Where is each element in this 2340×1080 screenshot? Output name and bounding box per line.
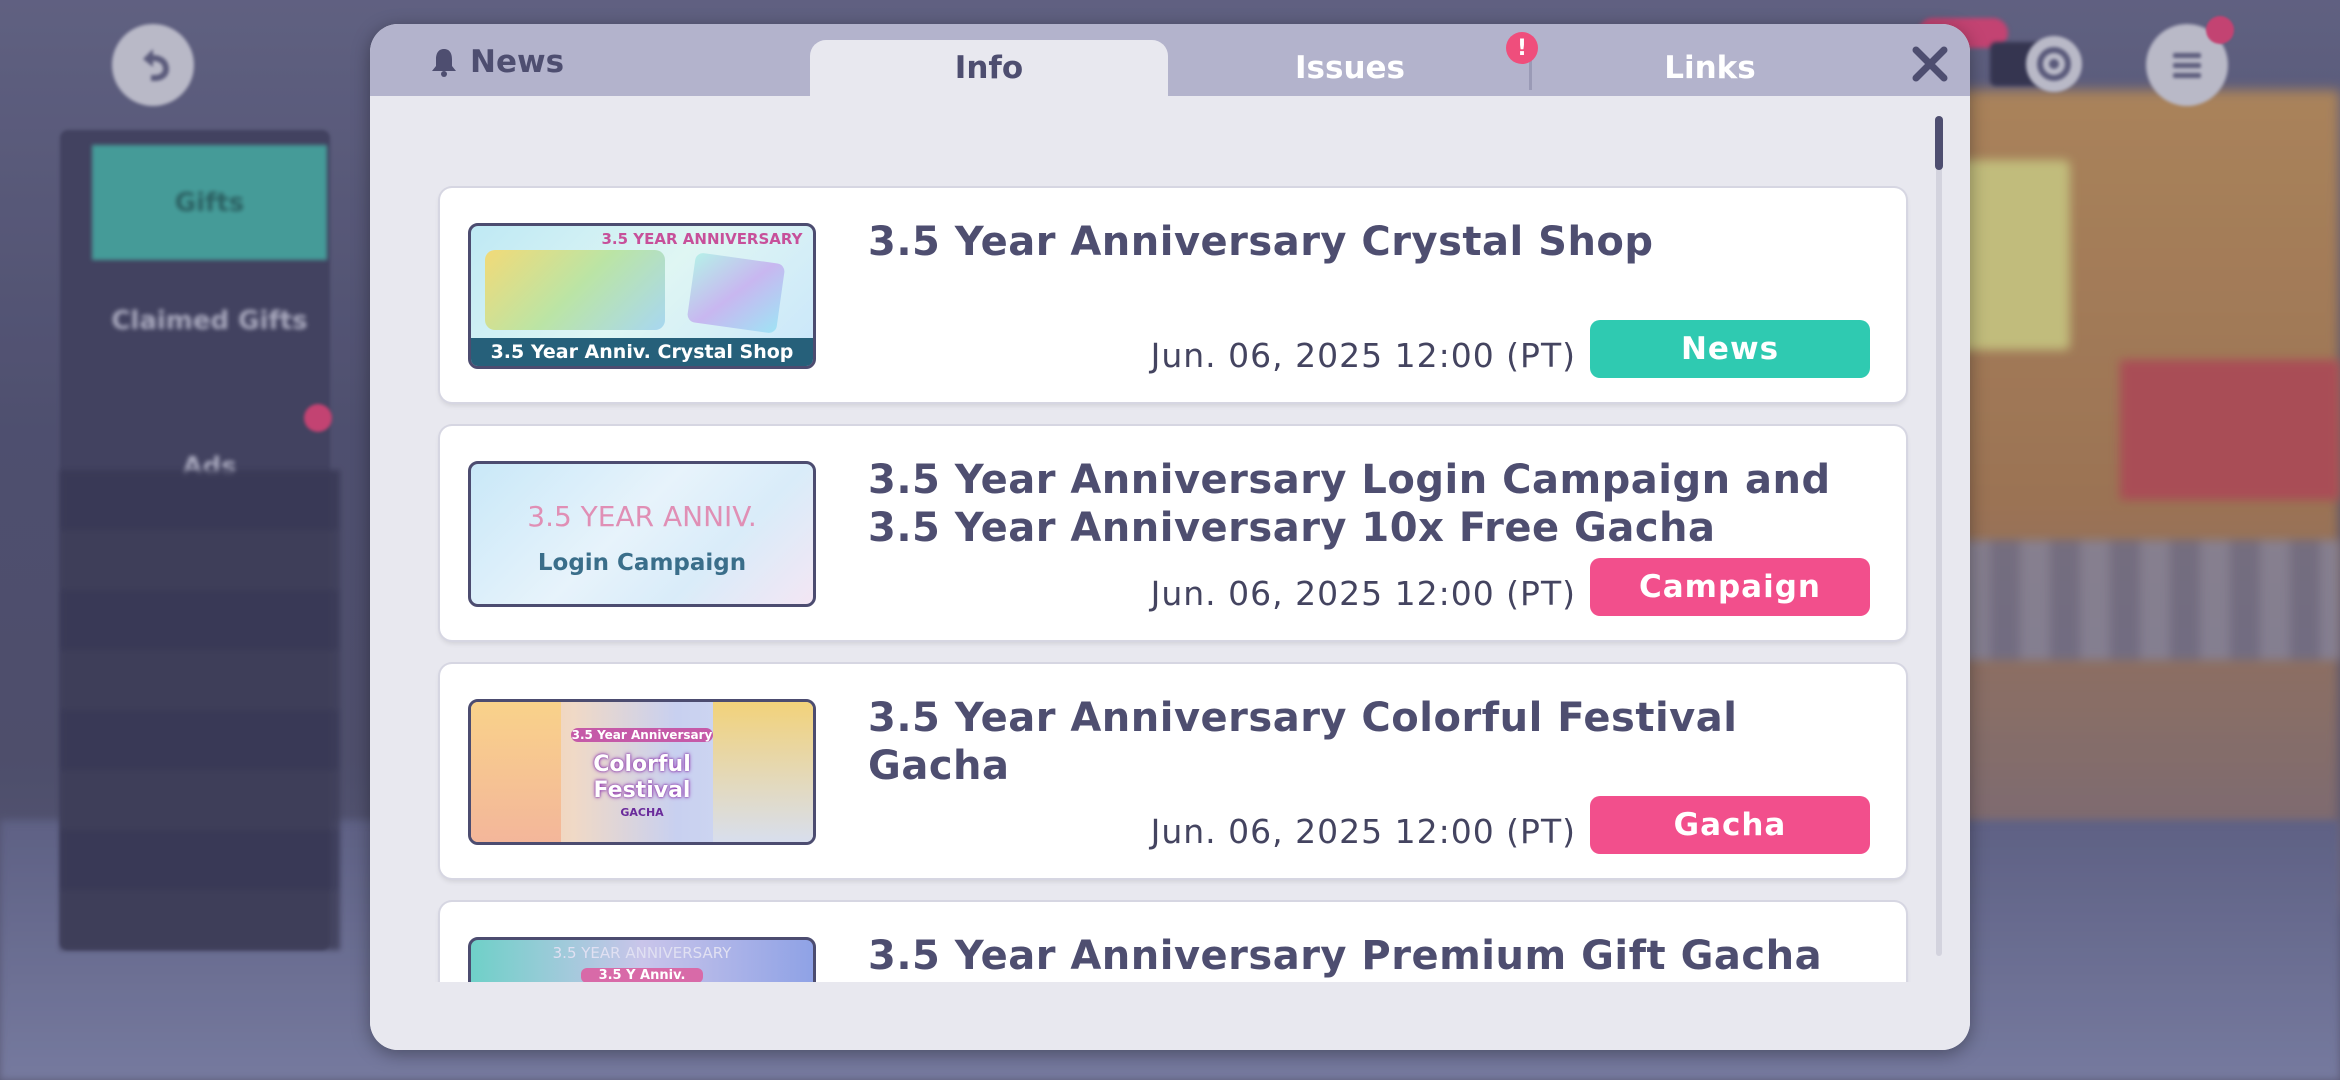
- news-thumbnail: 3.5 YEAR ANNIVERSARY 3.5 Year Anniv. Cry…: [468, 223, 816, 369]
- close-icon[interactable]: [1910, 44, 1950, 84]
- bell-icon: [432, 49, 456, 77]
- tab-info[interactable]: Info: [810, 40, 1168, 96]
- news-list[interactable]: 3.5 YEAR ANNIVERSARY 3.5 Year Anniv. Cry…: [370, 96, 1970, 1026]
- news-title: 3.5 Year Anniversary Crystal Shop: [868, 219, 1654, 265]
- news-title: 3.5 Year Anniversary Login Campaign and …: [868, 457, 1831, 551]
- modal-title-news: News: [428, 34, 578, 90]
- news-date: Jun. 06, 2025 12:00 (PT): [1150, 812, 1576, 851]
- news-title: 3.5 Year Anniversary Colorful Festival G…: [868, 695, 1738, 789]
- news-card[interactable]: 3.5 YEAR ANNIVERSARY 3.5 Year Anniv. Cry…: [440, 188, 1906, 402]
- thumbnail-top-text: 3.5 YEAR ANNIV.: [527, 500, 757, 533]
- news-date: Jun. 06, 2025 12:00 (PT): [1150, 574, 1576, 613]
- scrollbar-track[interactable]: [1936, 116, 1942, 956]
- news-card[interactable]: 3.5 Year Anniversary Colorful Festival G…: [440, 664, 1906, 878]
- thumbnail-caption: Colorful Festival: [593, 752, 691, 803]
- tab-links[interactable]: Links: [1530, 40, 1890, 96]
- scrollbar-thumb[interactable]: [1935, 116, 1943, 170]
- news-category-badge: News: [1590, 320, 1870, 378]
- thumbnail-top-text: 3.5 YEAR ANNIVERSARY: [552, 944, 732, 962]
- news-thumbnail: 3.5 Year Anniversary Colorful Festival G…: [468, 699, 816, 845]
- tab-issues[interactable]: Issues: [1170, 40, 1530, 96]
- thumbnail-top-text: 3.5 YEAR ANNIVERSARY: [601, 230, 803, 248]
- thumbnail-caption: 3.5 Y Anniv.: [581, 968, 703, 983]
- thumbnail-caption: Login Campaign: [537, 550, 747, 576]
- news-date: Jun. 06, 2025 12:00 (PT): [1150, 336, 1576, 375]
- news-modal: News Info Issues ! Links 3.5 YEAR ANNIVE…: [370, 24, 1970, 1050]
- news-title: 3.5 Year Anniversary Premium Gift Gacha: [868, 933, 1823, 979]
- news-label: News: [470, 44, 565, 80]
- tab-bar: News Info Issues ! Links: [370, 24, 1970, 96]
- thumbnail-top-text: 3.5 Year Anniversary: [571, 728, 713, 742]
- news-card[interactable]: 3.5 YEAR ANNIV. Login Campaign 3.5 Year …: [440, 426, 1906, 640]
- thumbnail-subcaption: GACHA: [620, 806, 664, 819]
- news-category-badge: Gacha: [1590, 796, 1870, 854]
- news-thumbnail: 3.5 YEAR ANNIV. Login Campaign: [468, 461, 816, 607]
- thumbnail-caption: 3.5 Year Anniv. Crystal Shop: [471, 338, 813, 366]
- list-bottom-edge: [370, 982, 1970, 1050]
- news-category-badge: Campaign: [1590, 558, 1870, 616]
